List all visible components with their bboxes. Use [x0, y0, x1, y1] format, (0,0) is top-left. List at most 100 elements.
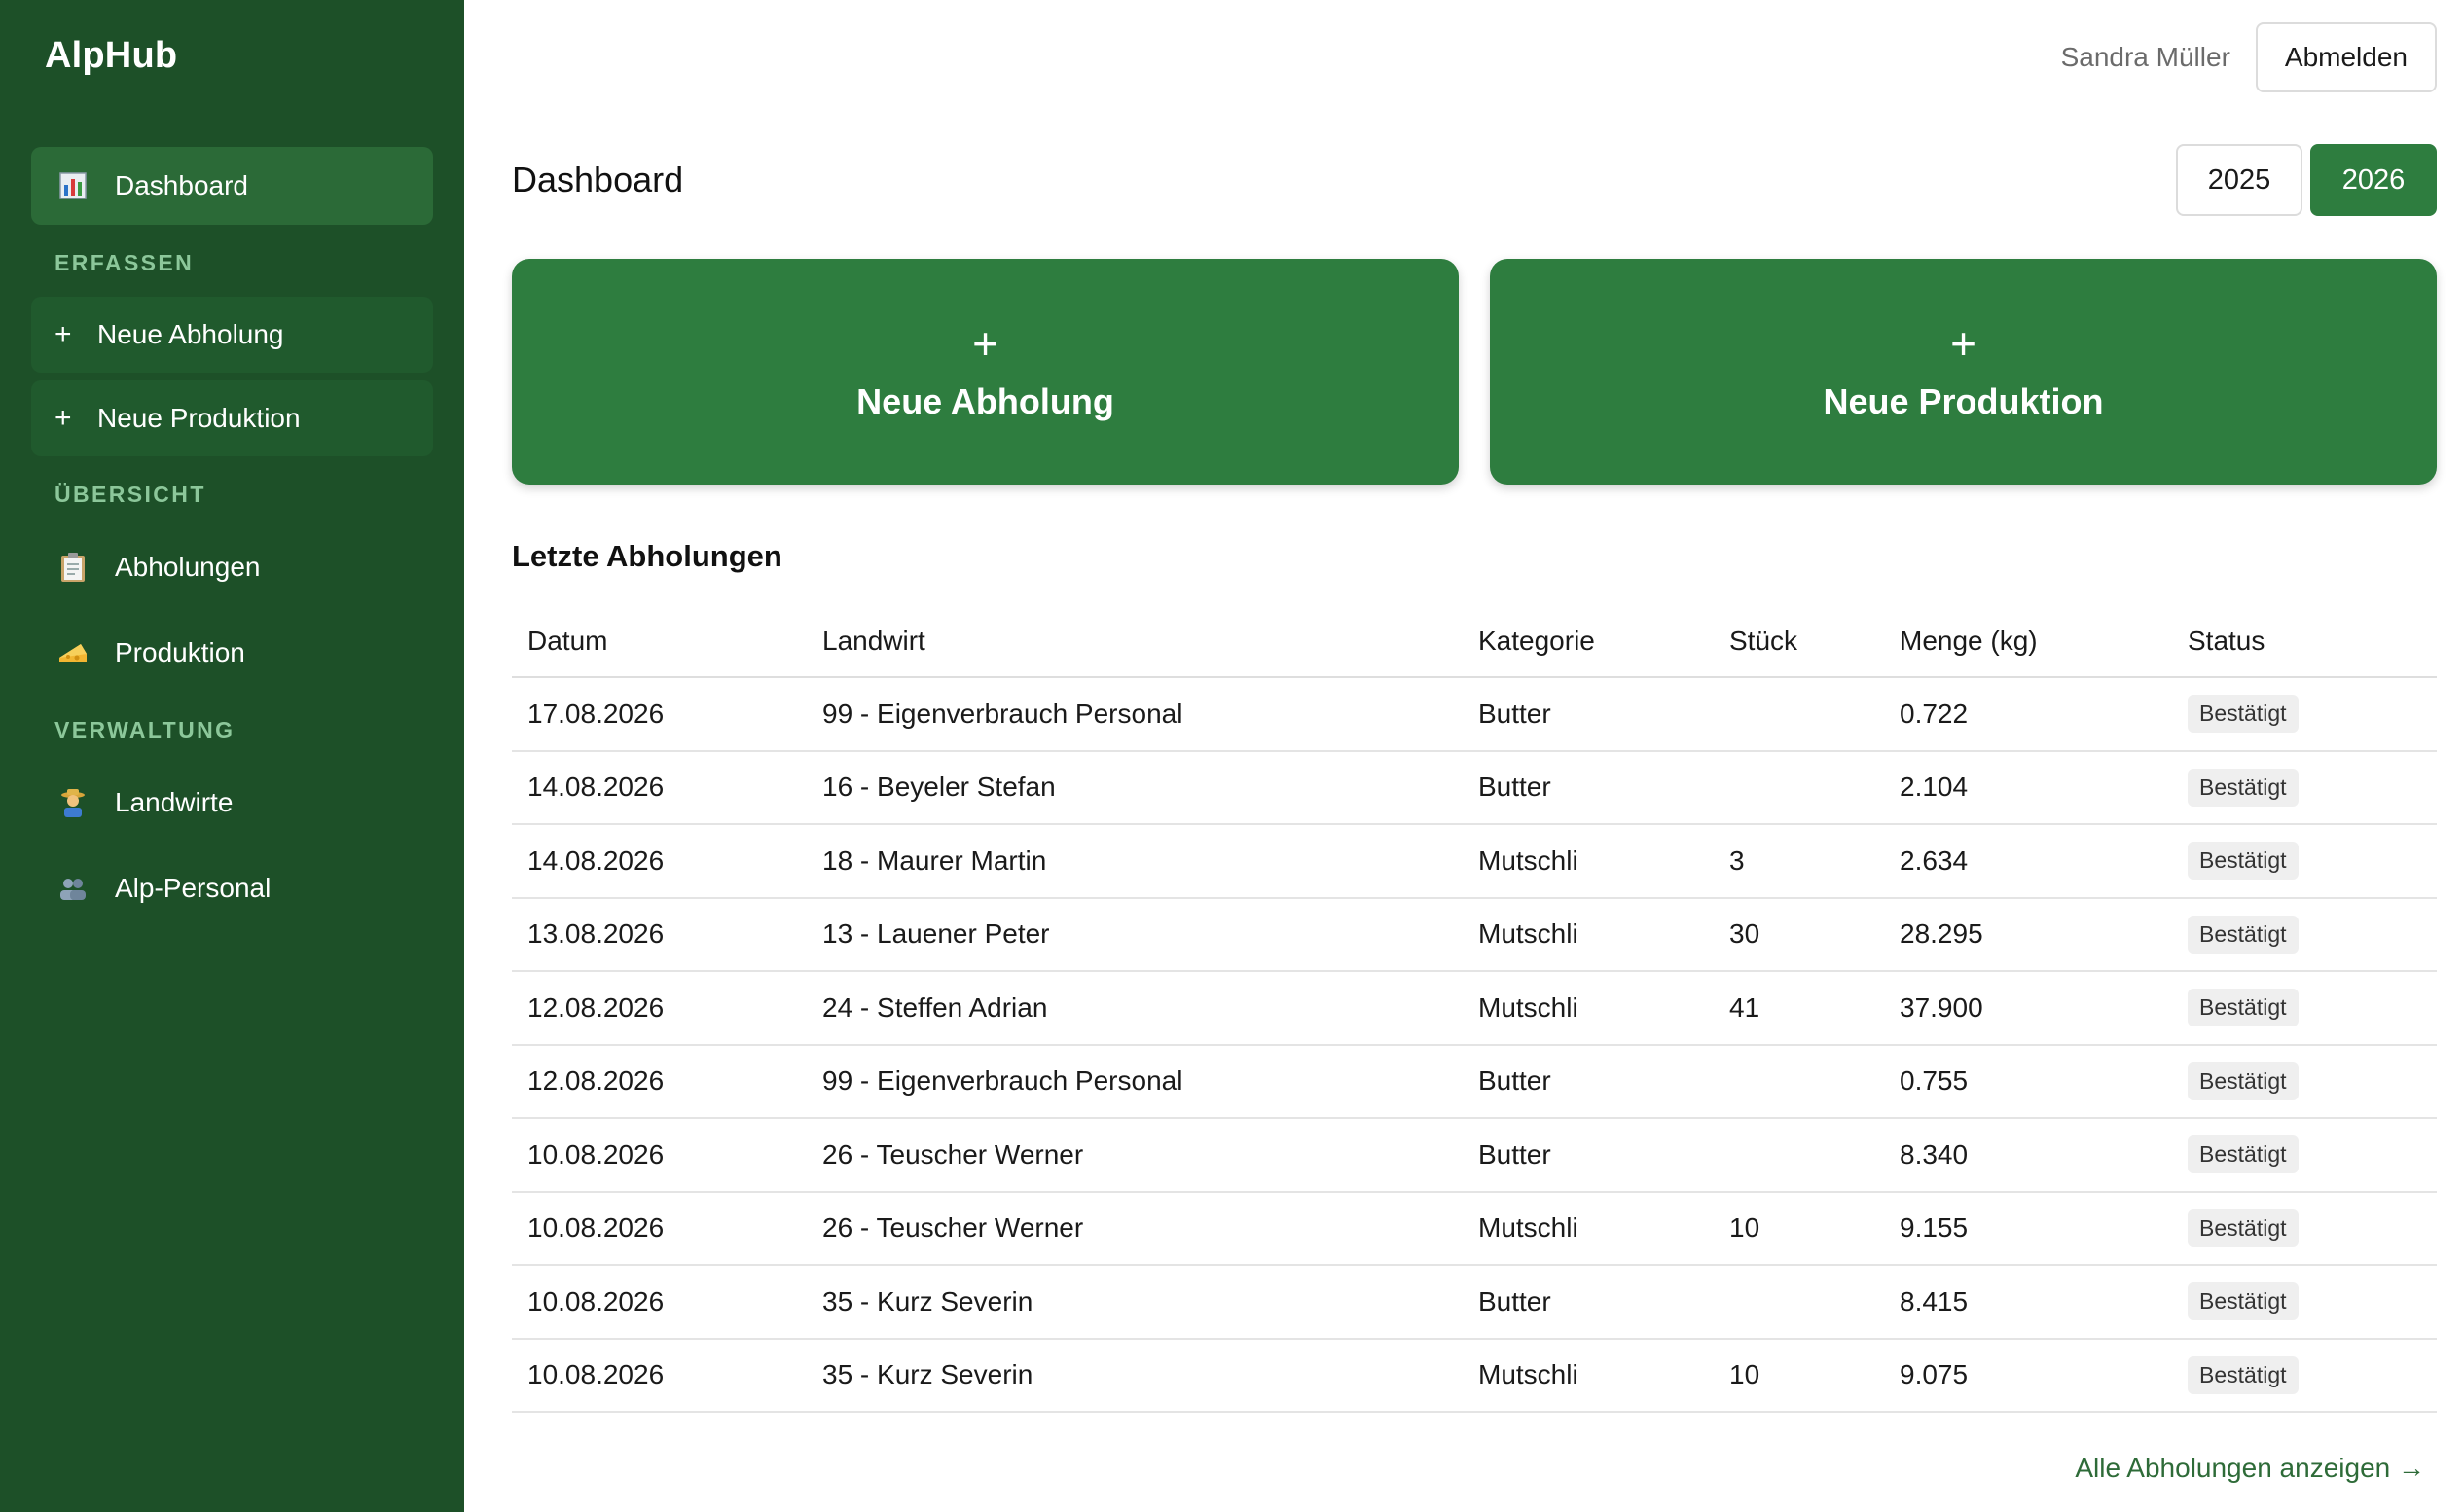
table-header-row: Datum Landwirt Kategorie Stück Menge (kg… — [512, 605, 2437, 678]
year-selector: 2025 2026 — [2176, 144, 2437, 216]
cell-farmer: 16 - Beyeler Stefan — [807, 750, 1463, 825]
page-title: Dashboard — [512, 160, 684, 199]
page-header: Dashboard 2025 2026 — [512, 142, 2437, 218]
cell-quantity: 8.415 — [1884, 1265, 2172, 1340]
sidebar-item-farmers[interactable]: Landwirte — [31, 764, 433, 842]
sidebar-item-alp-staff[interactable]: Alp-Personal — [31, 849, 433, 927]
sidebar: AlpHub Dashboard ERFASSEN + Neue Abholun… — [0, 0, 464, 1512]
table-row[interactable]: 10.08.2026 26 - Teuscher Werner Butter 8.34… — [512, 1118, 2437, 1193]
status-badge: Bestätigt — [2188, 768, 2299, 807]
cell-date: 14.08.2026 — [512, 750, 807, 825]
quick-actions: + Neue Abholung + Neue Produktion — [512, 259, 2437, 485]
sidebar-item-dashboard[interactable]: Dashboard — [31, 147, 433, 225]
cell-date: 10.08.2026 — [512, 1265, 807, 1340]
cell-farmer: 35 - Kurz Severin — [807, 1265, 1463, 1340]
status-badge: Bestätigt — [2188, 1282, 2299, 1321]
cell-pieces — [1714, 677, 1884, 752]
cell-category: Butter — [1463, 677, 1714, 752]
cell-pieces: 3 — [1714, 824, 1884, 899]
sidebar-item-new-production[interactable]: + Neue Produktion — [31, 380, 433, 456]
table-body: 17.08.2026 99 - Eigenverbrauch Personal Bu… — [512, 677, 2437, 1413]
cell-quantity: 2.104 — [1884, 750, 2172, 825]
cell-farmer: 99 - Eigenverbrauch Personal — [807, 677, 1463, 752]
table-row[interactable]: 12.08.2026 99 - Eigenverbrauch Personal Bu… — [512, 1044, 2437, 1119]
table-row[interactable]: 14.08.2026 18 - Maurer Martin Mutschli 3 2.6… — [512, 824, 2437, 899]
cell-quantity: 9.075 — [1884, 1338, 2172, 1413]
bar-chart-icon — [56, 169, 90, 202]
column-header-category[interactable]: Kategorie — [1463, 605, 1714, 678]
cell-date: 12.08.2026 — [512, 971, 807, 1046]
status-badge: Bestätigt — [2188, 1062, 2299, 1100]
cell-pieces: 30 — [1714, 897, 1884, 972]
plus-icon: + — [972, 318, 998, 369]
cell-pieces — [1714, 750, 1884, 825]
cell-category: Mutschli — [1463, 897, 1714, 972]
cell-status: Bestätigt — [2172, 677, 2437, 752]
cell-quantity: 8.340 — [1884, 1118, 2172, 1193]
cell-category: Butter — [1463, 1265, 1714, 1340]
cell-status: Bestätigt — [2172, 1191, 2437, 1266]
year-button-2025[interactable]: 2025 — [2176, 144, 2302, 216]
cell-pieces — [1714, 1044, 1884, 1119]
farmer-icon — [56, 786, 90, 819]
table-row[interactable]: 17.08.2026 99 - Eigenverbrauch Personal Bu… — [512, 677, 2437, 752]
sidebar-item-label: Neue Abholung — [97, 319, 284, 349]
table-row[interactable]: 14.08.2026 16 - Beyeler Stefan Butter 2.104… — [512, 750, 2437, 825]
cell-status: Bestätigt — [2172, 897, 2437, 972]
column-header-pieces[interactable]: Stück — [1714, 605, 1884, 678]
new-production-card[interactable]: + Neue Produktion — [1490, 259, 2437, 485]
cell-farmer: 18 - Maurer Martin — [807, 824, 1463, 899]
cell-status: Bestätigt — [2172, 971, 2437, 1046]
all-pickups-link[interactable]: Alle Abholungen anzeigen → — [2075, 1453, 2425, 1484]
cell-farmer: 13 - Lauener Peter — [807, 897, 1463, 972]
sidebar-item-production[interactable]: Produktion — [31, 614, 433, 692]
cell-status: Bestätigt — [2172, 750, 2437, 825]
sidebar-item-label: Abholungen — [115, 552, 261, 582]
cell-category: Mutschli — [1463, 971, 1714, 1046]
column-header-date[interactable]: Datum — [512, 605, 807, 678]
table-row[interactable]: 13.08.2026 13 - Lauener Peter Mutschli 30 28… — [512, 897, 2437, 972]
cell-date: 14.08.2026 — [512, 824, 807, 899]
topbar: Sandra Müller Abmelden — [512, 0, 2437, 115]
cell-date: 17.08.2026 — [512, 677, 807, 752]
table-row[interactable]: 10.08.2026 35 - Kurz Severin Mutschli 10 9.0… — [512, 1338, 2437, 1413]
cell-quantity: 9.155 — [1884, 1191, 2172, 1266]
cell-farmer: 24 - Steffen Adrian — [807, 971, 1463, 1046]
table-row[interactable]: 10.08.2026 26 - Teuscher Werner Mutschli 10… — [512, 1191, 2437, 1266]
cell-quantity: 0.722 — [1884, 677, 2172, 752]
cell-status: Bestätigt — [2172, 824, 2437, 899]
cell-category: Butter — [1463, 1044, 1714, 1119]
table-row[interactable]: 10.08.2026 35 - Kurz Severin Butter 8.415 Be… — [512, 1265, 2437, 1340]
cell-quantity: 37.900 — [1884, 971, 2172, 1046]
cell-category: Butter — [1463, 1118, 1714, 1193]
cell-quantity: 0.755 — [1884, 1044, 2172, 1119]
column-header-quantity[interactable]: Menge (kg) — [1884, 605, 2172, 678]
logout-button[interactable]: Abmelden — [2255, 22, 2437, 92]
clipboard-icon — [56, 551, 90, 584]
plus-icon: + — [1950, 318, 1976, 369]
cell-date: 10.08.2026 — [512, 1191, 807, 1266]
cell-quantity: 28.295 — [1884, 897, 2172, 972]
sidebar-item-label: Produktion — [115, 637, 245, 667]
table-row[interactable]: 12.08.2026 24 - Steffen Adrian Mutschli 41 3… — [512, 971, 2437, 1046]
cell-pieces: 41 — [1714, 971, 1884, 1046]
column-header-status[interactable]: Status — [2172, 605, 2437, 678]
cell-farmer: 26 - Teuscher Werner — [807, 1191, 1463, 1266]
status-badge: Bestätigt — [2188, 1208, 2299, 1247]
status-badge: Bestätigt — [2188, 1355, 2299, 1394]
cell-pieces — [1714, 1118, 1884, 1193]
cell-category: Mutschli — [1463, 1338, 1714, 1413]
sidebar-item-new-pickup[interactable]: + Neue Abholung — [31, 297, 433, 373]
user-name: Sandra Müller — [2060, 42, 2230, 72]
sidebar-item-pickups[interactable]: Abholungen — [31, 528, 433, 606]
cell-pieces — [1714, 1265, 1884, 1340]
year-button-2026[interactable]: 2026 — [2310, 144, 2437, 216]
cell-quantity: 2.634 — [1884, 824, 2172, 899]
brand-logo[interactable]: AlpHub — [31, 0, 433, 147]
cell-farmer: 35 - Kurz Severin — [807, 1338, 1463, 1413]
column-header-farmer[interactable]: Landwirt — [807, 605, 1463, 678]
section-label-erfassen: ERFASSEN — [54, 250, 195, 275]
status-badge: Bestätigt — [2188, 1135, 2299, 1174]
sidebar-item-label: Neue Produktion — [97, 403, 301, 433]
new-pickup-card[interactable]: + Neue Abholung — [512, 259, 1459, 485]
